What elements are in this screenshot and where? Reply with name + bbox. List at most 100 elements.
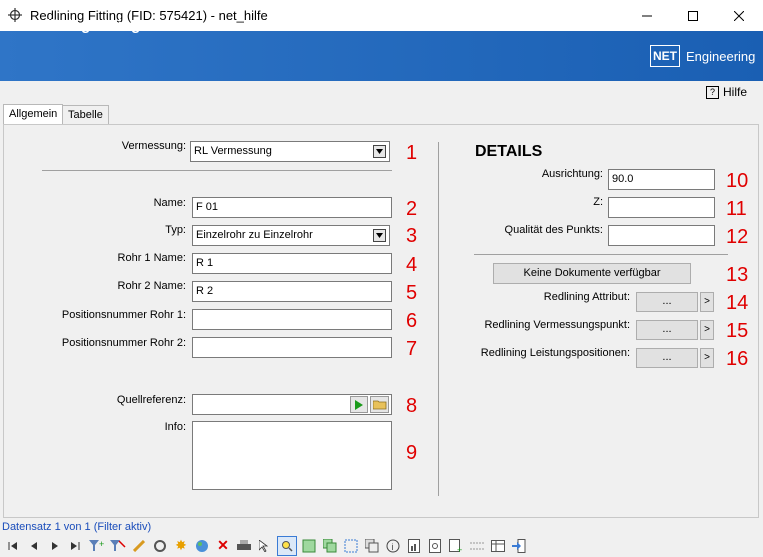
divider: [42, 170, 392, 171]
typ-value: Einzelrohr zu Einzelrohr: [196, 229, 313, 241]
dokumente-button[interactable]: Keine Dokumente verfügbar: [493, 263, 691, 284]
close-icon: [734, 10, 744, 21]
maximize-button[interactable]: [670, 0, 716, 31]
quellref-label: Quellreferenz:: [116, 394, 186, 406]
layer-green-icon[interactable]: [300, 537, 318, 555]
annotation-6: 6: [406, 310, 418, 332]
vermessung-select[interactable]: RL Vermessung: [190, 141, 390, 162]
print-icon[interactable]: [235, 537, 253, 555]
minimize-button[interactable]: [624, 0, 670, 31]
vermpunkt-label: Redlining Vermessungspunkt:: [484, 319, 630, 331]
tab-allgemein[interactable]: Allgemein: [3, 104, 64, 125]
logo-text: Engineering: [686, 49, 756, 64]
header-banner: [0, 31, 763, 81]
z-input[interactable]: [608, 197, 715, 218]
folder-icon: [372, 400, 386, 410]
annotation-3: 3: [406, 225, 418, 247]
info-textarea[interactable]: [192, 421, 392, 490]
svg-text:+: +: [457, 545, 462, 553]
filter-remove-icon[interactable]: [109, 537, 127, 555]
annotation-4: 4: [406, 254, 418, 276]
typ-select[interactable]: Einzelrohr zu Einzelrohr: [192, 225, 390, 246]
maximize-icon: [688, 10, 698, 21]
last-record-icon[interactable]: [67, 537, 85, 555]
vermessung-label: Vermessung:: [121, 140, 186, 152]
posnr1-input[interactable]: [192, 309, 392, 330]
net-logo: NET: [650, 45, 680, 67]
minimize-icon: [642, 15, 652, 16]
posnr1-label: Positionsnummer Rohr 1:: [61, 309, 186, 321]
prev-record-icon[interactable]: [25, 537, 43, 555]
play-button[interactable]: [350, 396, 368, 413]
exit-icon[interactable]: [510, 537, 528, 555]
copy-icon[interactable]: [363, 537, 381, 555]
ausrichtung-input[interactable]: 90.0: [608, 169, 715, 190]
crosshair-icon: [8, 8, 22, 22]
annotation-12: 12: [726, 226, 749, 248]
qualitaet-input[interactable]: [608, 225, 715, 246]
posnr2-label: Positionsnummer Rohr 2:: [61, 337, 186, 349]
help-label: Hilfe: [723, 85, 748, 99]
leistung-label: Redlining Leistungspositionen:: [480, 347, 630, 359]
record-status: Datensatz 1 von 1 (Filter aktiv): [2, 521, 152, 533]
play-icon: [355, 399, 363, 410]
typ-label: Typ:: [165, 224, 186, 236]
leistung-button[interactable]: ...: [636, 348, 698, 368]
info-label: Info:: [164, 421, 186, 433]
help-link[interactable]: ? Hilfe: [706, 85, 747, 99]
filter-add-icon[interactable]: +: [88, 537, 106, 555]
document-search-icon[interactable]: [426, 537, 444, 555]
rohr2-label: Rohr 2 Name:: [117, 280, 186, 292]
globe-icon[interactable]: [193, 537, 211, 555]
posnr2-input[interactable]: [192, 337, 392, 358]
qualitaet-label: Qualität des Punkts:: [504, 224, 603, 236]
annotation-1: 1: [406, 142, 418, 164]
layers-green-icon[interactable]: [321, 537, 339, 555]
annotation-10: 10: [726, 170, 749, 192]
select-cursor-icon[interactable]: [256, 537, 274, 555]
rohr2-input[interactable]: R 2: [192, 281, 392, 302]
open-folder-button[interactable]: [370, 396, 389, 413]
leistung-arrow-button[interactable]: >: [700, 348, 714, 368]
svg-text:+: +: [99, 539, 104, 549]
svg-text:i: i: [392, 542, 394, 552]
select-area-icon[interactable]: [342, 537, 360, 555]
annotation-14: 14: [726, 292, 749, 314]
annotation-5: 5: [406, 282, 418, 304]
next-record-icon[interactable]: [46, 537, 64, 555]
info-icon[interactable]: i: [384, 537, 402, 555]
name-label: Name:: [153, 197, 186, 209]
delete-icon[interactable]: ✕: [214, 537, 232, 555]
annotation-13: 13: [726, 264, 749, 286]
dropdown-arrow-icon[interactable]: [373, 145, 386, 158]
dropdown-arrow-icon[interactable]: [373, 229, 386, 242]
refresh-icon[interactable]: [151, 537, 169, 555]
merge-icon[interactable]: [468, 537, 486, 555]
divider: [474, 254, 728, 255]
page-title: Redlining Fitting: [22, 17, 141, 34]
document-add-icon[interactable]: +: [447, 537, 465, 555]
tab-tabelle[interactable]: Tabelle: [62, 105, 109, 124]
bottom-toolbar: + ✸ ✕ i +: [0, 534, 763, 557]
z-label: Z:: [593, 196, 603, 208]
rohr1-input[interactable]: R 1: [192, 253, 392, 274]
new-star-icon[interactable]: ✸: [172, 537, 190, 555]
attribut-label: Redlining Attribut:: [543, 291, 630, 303]
close-button[interactable]: [716, 0, 762, 31]
question-icon: ?: [706, 85, 719, 99]
name-input[interactable]: F 01: [192, 197, 392, 218]
attribut-arrow-button[interactable]: >: [700, 292, 714, 312]
annotation-9: 9: [406, 442, 418, 464]
attribut-button[interactable]: ...: [636, 292, 698, 312]
vermessung-value: RL Vermessung: [194, 145, 272, 157]
document-chart-icon[interactable]: [405, 537, 423, 555]
zoom-icon[interactable]: [277, 535, 297, 556]
first-record-icon[interactable]: [4, 537, 22, 555]
details-heading: DETAILS: [475, 143, 543, 160]
rohr1-label: Rohr 1 Name:: [117, 252, 186, 264]
vermpunkt-arrow-button[interactable]: >: [700, 320, 714, 340]
pencil-icon[interactable]: [130, 537, 148, 555]
table-edit-icon[interactable]: [489, 537, 507, 555]
vermpunkt-button[interactable]: ...: [636, 320, 698, 340]
column-separator: [438, 142, 439, 496]
